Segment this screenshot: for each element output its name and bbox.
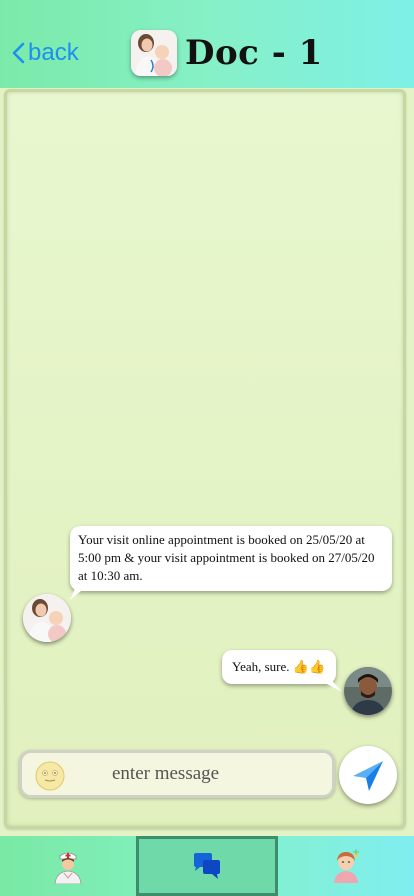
nurse-icon <box>54 852 82 884</box>
message-input[interactable]: enter message <box>19 750 335 798</box>
doctor-message-avatar[interactable] <box>23 594 71 642</box>
doctor-avatar[interactable] <box>131 30 177 76</box>
send-button[interactable] <box>339 746 397 804</box>
message-placeholder: enter message <box>112 763 220 784</box>
back-button[interactable]: back <box>10 38 79 68</box>
tab-chat[interactable] <box>136 836 278 896</box>
bottom-tab-bar <box>0 836 414 896</box>
user-photo-image <box>344 667 392 715</box>
tab-doctor[interactable] <box>0 836 136 896</box>
user-avatar[interactable] <box>344 667 392 715</box>
app-header: back Doc - 1 <box>0 0 414 88</box>
chevron-left-icon <box>12 42 25 64</box>
bubble-tail <box>70 582 92 600</box>
message-text: Your visit online appointment is booked … <box>78 532 375 583</box>
chat-icon <box>194 853 220 879</box>
send-icon <box>353 761 383 791</box>
back-label: back <box>28 39 79 66</box>
page-title: Doc - 1 <box>185 33 323 73</box>
chat-title-group: Doc - 1 <box>131 29 323 77</box>
patient-icon <box>334 849 359 883</box>
doctor-with-baby-image <box>131 30 177 76</box>
bubble-tail <box>312 676 342 692</box>
message-bubble-doctor: Your visit online appointment is booked … <box>70 526 392 591</box>
chat-panel[interactable] <box>4 89 406 829</box>
doctor-with-baby-image <box>23 594 71 642</box>
message-text: Yeah, sure. 👍👍 <box>232 659 326 674</box>
tab-profile[interactable] <box>278 836 414 896</box>
smiley-icon[interactable] <box>35 761 65 791</box>
